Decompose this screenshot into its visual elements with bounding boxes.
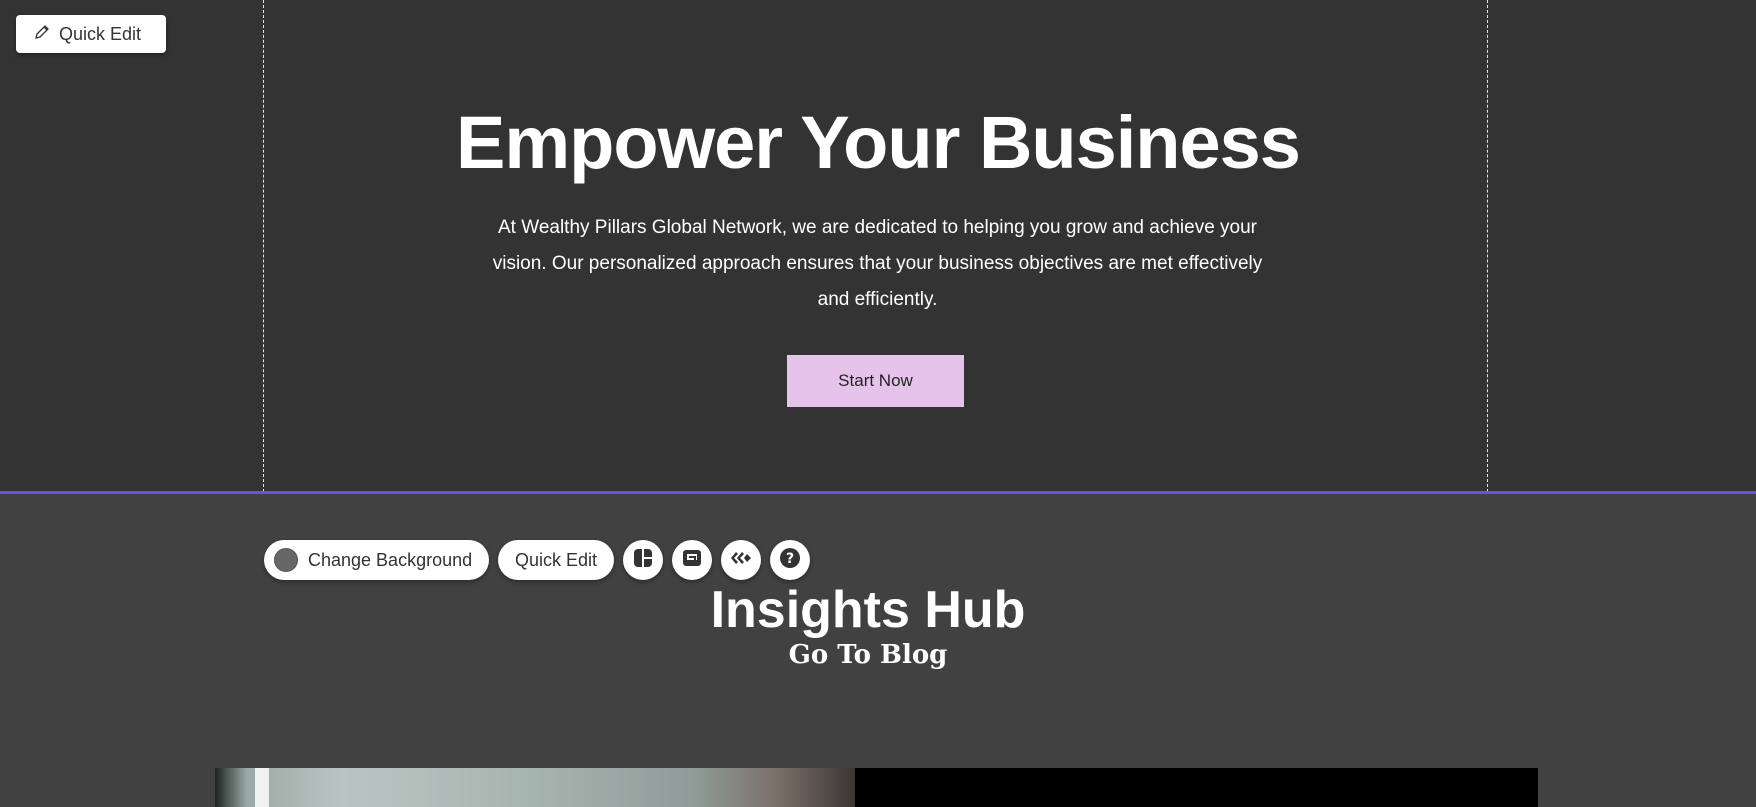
svg-text:?: ?	[786, 551, 794, 567]
go-to-blog-link[interactable]: Go To Blog	[0, 637, 1736, 673]
quick-edit-label: Quick Edit	[59, 23, 142, 44]
pencil-icon	[34, 24, 50, 45]
quick-edit-button[interactable]: Quick Edit	[16, 15, 166, 53]
help-icon: ?	[778, 546, 802, 575]
layout-button[interactable]	[623, 540, 663, 580]
help-button[interactable]: ?	[770, 540, 810, 580]
section-quick-edit-label: Quick Edit	[514, 549, 598, 570]
change-background-button[interactable]: Change Background	[264, 540, 489, 580]
hero-description: At Wealthy Pillars Global Network, we ar…	[492, 217, 1263, 310]
layout-guide-left	[263, 0, 264, 492]
move-section-button[interactable]	[672, 540, 712, 580]
layout-guide-right	[1487, 0, 1488, 492]
hero-title: Empower Your Business	[456, 101, 1301, 184]
layout-icon	[631, 546, 655, 575]
start-now-button[interactable]: Start Now	[787, 355, 964, 407]
change-background-label: Change Background	[308, 549, 473, 570]
insights-title: Insights Hub	[710, 581, 1026, 639]
blog-post-image-dark[interactable]	[855, 768, 1538, 807]
blog-post-image[interactable]	[215, 768, 855, 807]
move-icon	[680, 546, 704, 575]
animation-icon	[729, 546, 753, 575]
animation-button[interactable]	[721, 540, 761, 580]
window-highlight	[255, 768, 269, 807]
section-quick-edit-button[interactable]: Quick Edit	[498, 540, 614, 580]
background-swatch-icon	[274, 548, 298, 572]
